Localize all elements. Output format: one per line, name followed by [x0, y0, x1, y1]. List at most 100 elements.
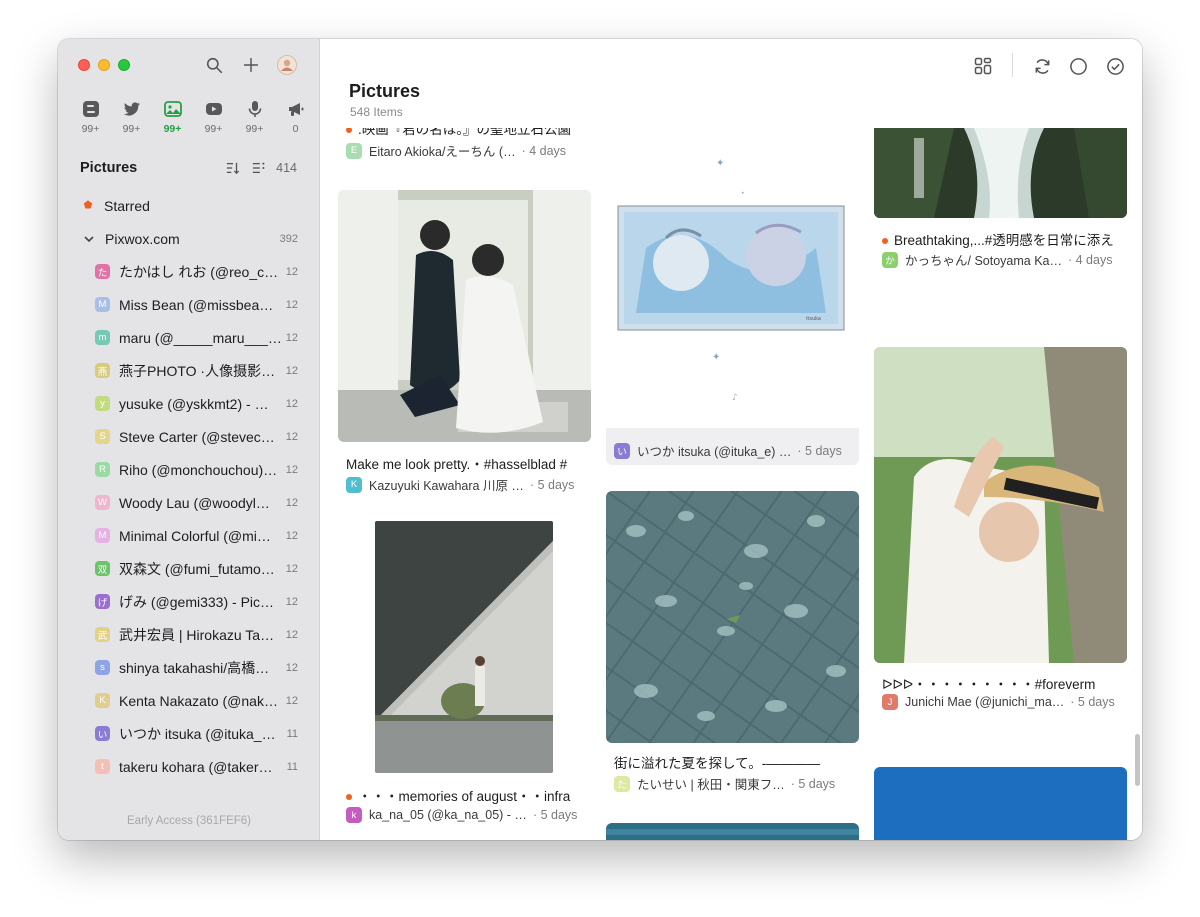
unread-dot — [882, 238, 888, 245]
refresh-icon — [1035, 58, 1049, 74]
card-age: · 5 days — [797, 443, 842, 458]
sidebar-feed-item[interactable]: K Kenta Nakazato (@nak… 12 — [58, 684, 320, 717]
sidebar-item-starred[interactable]: Starred — [58, 189, 320, 222]
feed-avatar: R — [95, 462, 110, 477]
refresh-button[interactable] — [1031, 55, 1053, 77]
source-announcements[interactable]: 0 — [275, 99, 316, 135]
source-count: 99+ — [81, 123, 100, 135]
sidebar-feed-item[interactable]: m maru (@_____maru___… 12 — [58, 321, 320, 354]
author-avatar: J — [882, 694, 898, 710]
feed-avatar: い — [95, 726, 110, 741]
source-blog[interactable]: 99+ — [70, 99, 111, 135]
picture-card[interactable]: Make me look pretty.・#hasselblad # K Kaz… — [338, 190, 591, 500]
pictures-icon — [163, 101, 182, 117]
picture-card[interactable]: Breathtaking,...#透明感を日常に添え か かっちゃん/ Soto… — [874, 128, 1127, 278]
sidebar-feed-item[interactable]: W Woody Lau (@woodyl… 12 — [58, 486, 320, 519]
svg-text:✦: ✦ — [712, 352, 720, 363]
filter-list-icon[interactable] — [252, 161, 266, 175]
sidebar-feed-item[interactable]: M Miss Bean (@missbea… 12 — [58, 288, 320, 321]
feed-unread-count: 12 — [285, 595, 298, 608]
sidebar-feed-item[interactable]: y yusuke (@yskkmt2) - … 12 — [58, 387, 320, 420]
feed-avatar: M — [95, 297, 110, 312]
source-twitter[interactable]: 99+ — [111, 99, 152, 135]
feed-avatar: M — [95, 528, 110, 543]
feed-avatar: W — [95, 495, 110, 510]
feed-avatar: m — [95, 330, 110, 345]
card-age: · 5 days — [1070, 695, 1115, 709]
feed-avatar: げ — [95, 594, 110, 609]
chevron-down-icon[interactable] — [84, 234, 94, 244]
feed-label: 武井宏員 | Hirokazu Ta… — [119, 626, 275, 643]
youtube-icon — [205, 103, 222, 115]
zoom-window-button[interactable] — [118, 59, 130, 71]
card-title: Make me look pretty.・#hasselblad # — [346, 457, 568, 472]
feed-avatar: 双 — [95, 561, 110, 576]
picture-card[interactable]: itsuka ✦ • ✦ ♪ い いつか itsuka (@ituka_e) …… — [606, 128, 859, 465]
sidebar-feed-item[interactable]: 燕燕子PHOTO ·人像摄影… 12 — [58, 354, 320, 387]
feed-unread-count: 12 — [285, 694, 298, 707]
feed-avatar: S — [95, 429, 110, 444]
card-image — [375, 521, 553, 773]
author-name: ka_na_05 (@ka_na_05) - … — [369, 808, 527, 822]
picture-card[interactable]: 街に溢れた夏を探して。-———— た たいせい | 秋田・関東フ… · 5 da… — [606, 491, 859, 801]
source-podcast[interactable]: 99+ — [234, 99, 275, 135]
layout-toggle-button[interactable] — [972, 55, 994, 77]
podcast-icon — [248, 101, 261, 117]
source-count: 0 — [292, 123, 299, 135]
feed-unread-count: 12 — [285, 628, 298, 641]
source-pictures[interactable]: 99+ — [152, 99, 193, 135]
author-name: かっちゃん/ Sotoyama Ka… — [905, 254, 1062, 268]
feed-unread-count: 12 — [285, 397, 298, 410]
sort-icon[interactable] — [226, 161, 240, 175]
card-title: ・・・memories of august・・infra — [346, 785, 591, 805]
sidebar-feed-item[interactable]: たたかはし れお (@reo_c… 12 — [58, 255, 320, 288]
source-youtube[interactable]: 99+ — [193, 99, 234, 135]
sidebar-feed-item[interactable]: 双双森文 (@fumi_futamo… 12 — [58, 552, 320, 585]
sidebar-feed-item[interactable]: t takeru kohara (@taker… 11 — [58, 750, 320, 783]
card-age: · 5 days — [790, 776, 836, 791]
profile-avatar[interactable] — [277, 55, 297, 75]
mark-all-read-button[interactable] — [1104, 55, 1126, 77]
sidebar-feed-item[interactable]: R Riho (@monchouchou)… 12 — [58, 453, 320, 486]
app-window: 99+ 99+ 99+ 99+ 99+ 0 Pictures 414 Starr… — [58, 39, 1142, 840]
minimize-window-button[interactable] — [98, 59, 110, 71]
card-age: · 4 days — [1068, 252, 1113, 267]
source-count: 99+ — [245, 123, 264, 135]
mark-unread-button[interactable] — [1067, 55, 1089, 77]
sidebar-feed-item[interactable]: M Minimal Colorful (@mi… 12 — [58, 519, 320, 552]
twitter-icon — [123, 102, 140, 116]
card-title: ᐅᐅᐅ・・・・・・・・・#foreverm — [882, 677, 1096, 692]
feed-avatar: s — [95, 660, 110, 675]
picture-card[interactable] — [874, 767, 1127, 840]
feed-label: げみ (@gemi333) - Pic… — [119, 593, 275, 610]
author-name: Eitaro Akioka/えーちん (… — [369, 145, 516, 159]
sidebar-item-label: Starred — [104, 197, 150, 214]
sidebar-feed-item[interactable]: いいつか itsuka (@ituka_… 11 — [58, 717, 320, 750]
feed-label: Steve Carter (@stevec… — [119, 428, 275, 445]
section-header: Pictures 414 — [80, 159, 297, 177]
picture-card[interactable]: .映画『君の名は。』の聖地立石公園 E Eitaro Akioka/えーちん (… — [338, 128, 591, 172]
sidebar-feed-item[interactable]: S Steve Carter (@stevec… 12 — [58, 420, 320, 453]
feed-avatar: y — [95, 396, 110, 411]
sidebar-feed-item[interactable]: s shinya takahashi/高橋… 12 — [58, 651, 320, 684]
feed-label: takeru kohara (@taker… — [119, 758, 273, 775]
scrollbar-thumb[interactable] — [1135, 734, 1140, 786]
sidebar-feed-item[interactable]: 武武井宏員 | Hirokazu Ta… 12 — [58, 618, 320, 651]
add-icon[interactable] — [241, 55, 261, 75]
sidebar-group-label: Pixwox.com — [105, 230, 180, 247]
author-name: いつか itsuka (@ituka_e) … — [637, 445, 792, 459]
picture-card[interactable]: ・・・memories of august・・infra k ka_na_05 … — [338, 521, 591, 831]
section-title: Pictures — [80, 160, 138, 176]
author-avatar: K — [346, 476, 362, 493]
search-icon[interactable] — [204, 55, 224, 75]
feed-label: 双森文 (@fumi_futamo… — [119, 560, 275, 577]
build-footer: Early Access (361FEF6) — [127, 815, 251, 827]
card-age: · 5 days — [529, 477, 575, 492]
feed-avatar: 燕 — [95, 363, 110, 378]
sidebar-group-pixwox[interactable]: Pixwox.com 392 — [58, 222, 320, 255]
picture-card[interactable] — [606, 823, 859, 840]
sidebar-feed-item[interactable]: げげみ (@gemi333) - Pic… 12 — [58, 585, 320, 618]
source-count: 99+ — [204, 123, 223, 135]
picture-card[interactable]: ᐅᐅᐅ・・・・・・・・・#foreverm J Junichi Mae (@ju… — [874, 347, 1127, 717]
close-window-button[interactable] — [78, 59, 90, 71]
